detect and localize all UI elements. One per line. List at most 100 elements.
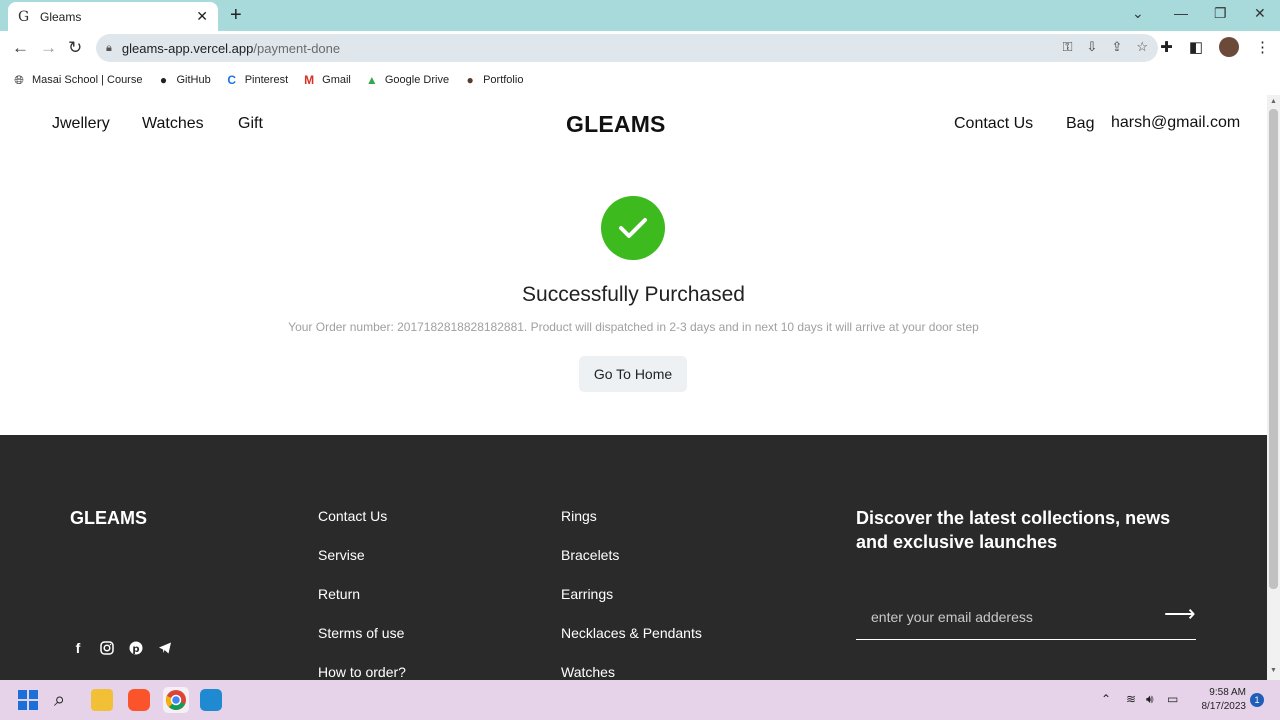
newsletter-heading: Discover the latest collections, news an… bbox=[856, 508, 1171, 552]
bookmark-pinterest[interactable]: C Pinterest bbox=[225, 73, 288, 87]
facebook-icon[interactable]: f bbox=[70, 640, 86, 656]
back-icon[interactable]: ← bbox=[12, 38, 29, 58]
footer-link[interactable]: Contact Us bbox=[318, 508, 406, 547]
url-host: gleams-app.vercel.app bbox=[121, 40, 254, 56]
bookmark-masai[interactable]: 🌐︎ Masai School | Course bbox=[12, 73, 142, 88]
menu-icon[interactable]: ⋮ bbox=[1255, 38, 1270, 56]
footer-link[interactable]: Watches bbox=[561, 664, 702, 680]
github-icon: ● bbox=[159, 73, 168, 87]
footer-link[interactable]: Servise bbox=[318, 547, 406, 586]
globe-icon: 🌐︎ bbox=[14, 72, 24, 87]
share-icon[interactable]: ⇪ bbox=[1111, 39, 1122, 55]
drive-icon: ▲ bbox=[365, 73, 378, 87]
bookmark-label: GitHub bbox=[176, 74, 211, 86]
social-links: f p bbox=[70, 640, 173, 656]
nav-user-email[interactable]: harsh@gmail.com bbox=[1111, 114, 1240, 132]
footer-link[interactable]: Sterms of use bbox=[318, 625, 406, 664]
footer-link[interactable]: Rings bbox=[561, 508, 702, 547]
footer-link[interactable]: Bracelets bbox=[561, 547, 702, 586]
go-to-home-button[interactable]: Go To Home bbox=[579, 356, 687, 392]
lock-icon[interactable]: 🔒︎ bbox=[106, 42, 112, 55]
footer-link[interactable]: Necklaces & Pendants bbox=[561, 625, 702, 664]
url-path: /payment-done bbox=[253, 40, 341, 56]
bookmarks-bar: 🌐︎ Masai School | Course ● GitHub C Pint… bbox=[0, 65, 1280, 95]
nav-jwellery[interactable]: Jwellery bbox=[52, 115, 110, 133]
file-explorer-icon[interactable] bbox=[91, 689, 113, 711]
footer-link[interactable]: How to order? bbox=[318, 664, 406, 680]
bookmark-label: Pinterest bbox=[244, 74, 289, 86]
browser-tab[interactable]: G Gleams ✕ bbox=[8, 2, 218, 31]
tray-overflow-icon[interactable]: ⌃ bbox=[1101, 692, 1111, 706]
brave-icon[interactable] bbox=[128, 689, 150, 711]
reload-icon[interactable]: ↻ bbox=[68, 38, 82, 58]
newsletter-email-input[interactable] bbox=[856, 595, 1196, 640]
os-taskbar: ⌕ ⌃ ≋ 🔊︎ ▭ 9:58 AM 8/17/2023 1 bbox=[0, 680, 1280, 720]
success-check-icon bbox=[601, 196, 665, 260]
nav-watches[interactable]: Watches bbox=[142, 115, 204, 133]
footer-links-products: Rings Bracelets Earrings Necklaces & Pen… bbox=[561, 508, 702, 680]
site-header: Jwellery Watches Gift GLEAMS Contact Us … bbox=[0, 95, 1267, 155]
minimize-icon[interactable]: — bbox=[1174, 5, 1188, 21]
bookmark-drive[interactable]: ▲ Google Drive bbox=[365, 73, 449, 87]
url-bar[interactable]: 🔒︎ gleams-app.vercel.app/payment-done ⚿ … bbox=[96, 34, 1158, 62]
wifi-icon[interactable]: ≋ bbox=[1126, 692, 1136, 706]
bookmark-portfolio[interactable]: ● Portfolio bbox=[463, 73, 523, 87]
clock-time: 9:58 AM bbox=[1209, 687, 1246, 698]
install-icon[interactable]: ⇩ bbox=[1087, 39, 1098, 55]
footer-link[interactable]: Earrings bbox=[561, 586, 702, 625]
portfolio-icon: ● bbox=[466, 73, 474, 87]
windows-start-icon[interactable] bbox=[17, 689, 39, 711]
gmail-icon: M bbox=[304, 73, 315, 87]
close-tab-icon[interactable]: ✕ bbox=[196, 8, 208, 25]
key-icon[interactable]: ⚿ bbox=[1063, 39, 1073, 55]
instagram-icon[interactable] bbox=[99, 640, 115, 656]
tab-title: Gleams bbox=[40, 9, 82, 24]
site-logo[interactable]: GLEAMS bbox=[566, 111, 666, 138]
battery-icon[interactable]: ▭ bbox=[1167, 692, 1178, 706]
system-clock[interactable]: 9:58 AM 8/17/2023 bbox=[1190, 686, 1247, 714]
extensions-icon[interactable]: ✚ bbox=[1160, 38, 1173, 56]
bookmark-label: Google Drive bbox=[384, 74, 450, 86]
bookmark-star-icon[interactable]: ☆ bbox=[1136, 39, 1148, 55]
tab-favicon: G bbox=[18, 8, 30, 25]
clock-date: 8/17/2023 bbox=[1201, 701, 1247, 712]
footer-link[interactable]: Return bbox=[318, 586, 406, 625]
nav-bag[interactable]: Bag bbox=[1066, 115, 1094, 133]
site-footer: GLEAMS Contact Us Servise Return Sterms … bbox=[0, 435, 1267, 680]
tab-search-icon[interactable]: ⌄ bbox=[1132, 5, 1144, 22]
chrome-active-bg[interactable] bbox=[163, 687, 189, 713]
svg-text:p: p bbox=[132, 644, 139, 655]
window-close-icon[interactable]: ✕ bbox=[1254, 5, 1266, 22]
nav-gift[interactable]: Gift bbox=[238, 115, 263, 133]
bookmark-label: Portfolio bbox=[483, 74, 524, 86]
bookmark-label: Gmail bbox=[322, 74, 351, 86]
bookmark-label: Masai School | Course bbox=[32, 74, 143, 86]
new-tab-icon[interactable]: + bbox=[230, 4, 242, 27]
scrollbar-thumb[interactable] bbox=[1269, 109, 1278, 589]
search-icon[interactable]: ⌕ bbox=[54, 689, 76, 711]
order-message: Your Order number: 2017182818828182881. … bbox=[288, 320, 979, 334]
side-panel-icon[interactable]: ◧ bbox=[1189, 38, 1203, 56]
pinterest-icon: C bbox=[227, 73, 237, 87]
profile-avatar[interactable] bbox=[1219, 37, 1239, 57]
footer-links-info: Contact Us Servise Return Sterms of use … bbox=[318, 508, 406, 680]
volume-icon[interactable]: 🔊︎ bbox=[1146, 692, 1154, 707]
nav-contact-us[interactable]: Contact Us bbox=[954, 115, 1033, 133]
bookmark-gmail[interactable]: M Gmail bbox=[302, 73, 351, 87]
tab-strip: G Gleams ✕ + ⌄ — ❐ ✕ bbox=[0, 0, 1280, 31]
submit-arrow-icon[interactable]: ⟶ bbox=[1164, 601, 1196, 627]
page-content: Jwellery Watches Gift GLEAMS Contact Us … bbox=[0, 95, 1267, 680]
notification-badge[interactable]: 1 bbox=[1250, 693, 1264, 707]
address-toolbar: ← → ↻ 🔒︎ gleams-app.vercel.app/payment-d… bbox=[0, 31, 1280, 65]
forward-icon[interactable]: → bbox=[40, 38, 57, 58]
scroll-up-icon[interactable]: ▲ bbox=[1270, 98, 1277, 105]
scroll-down-icon[interactable]: ▼ bbox=[1270, 667, 1277, 674]
success-title: Successfully Purchased bbox=[522, 283, 745, 306]
pinterest-social-icon[interactable]: p bbox=[128, 640, 144, 656]
vscode-icon[interactable] bbox=[200, 689, 222, 711]
footer-logo: GLEAMS bbox=[70, 508, 148, 528]
bookmark-github[interactable]: ● GitHub bbox=[156, 73, 211, 87]
telegram-icon[interactable] bbox=[157, 640, 173, 656]
page-scrollbar[interactable]: ▲ ▼ bbox=[1267, 95, 1280, 680]
restore-icon[interactable]: ❐ bbox=[1214, 5, 1227, 22]
